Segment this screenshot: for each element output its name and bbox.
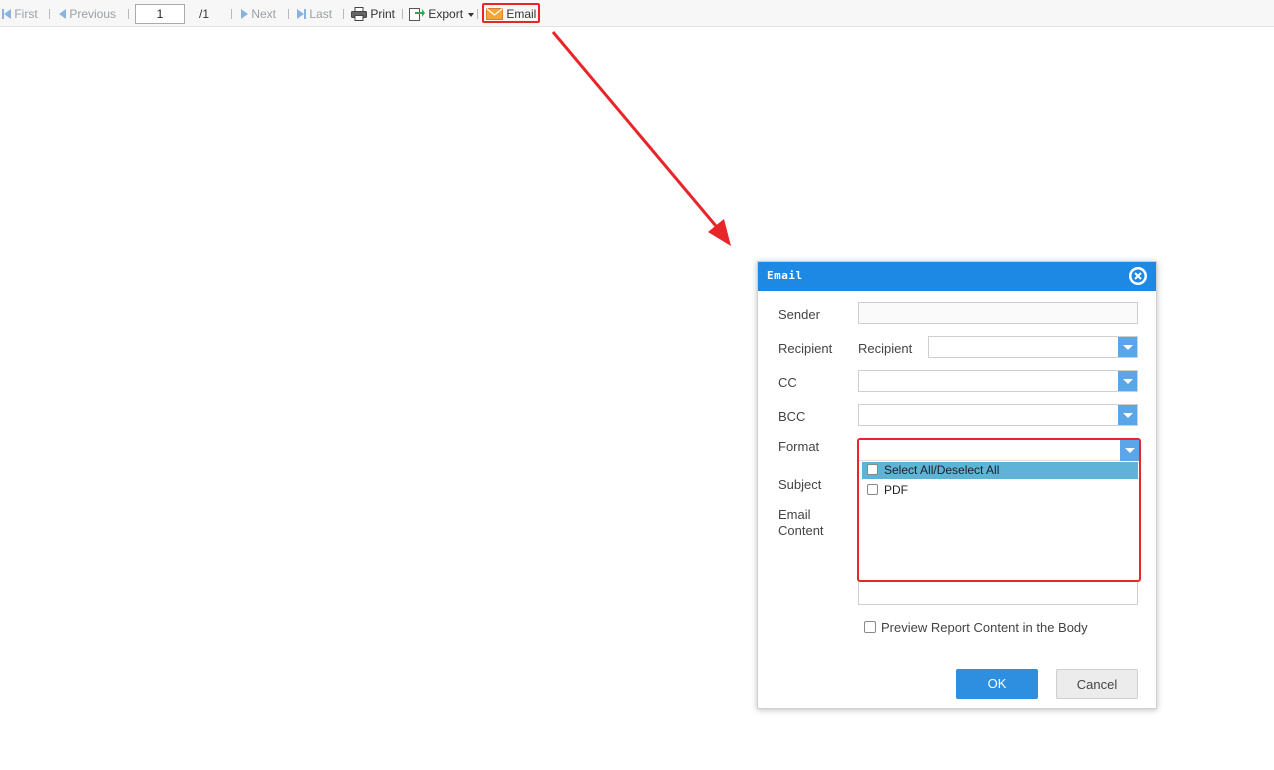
dialog-header: Email <box>758 262 1156 291</box>
chevron-down-icon[interactable] <box>1120 440 1139 461</box>
chevron-down-icon[interactable] <box>1118 371 1137 391</box>
cc-dropdown[interactable] <box>858 370 1138 392</box>
recipient-label: Recipient <box>778 341 833 356</box>
pdf-label: PDF <box>884 483 908 497</box>
select-all-checkbox[interactable] <box>867 464 878 475</box>
sender-label: Sender <box>778 307 820 322</box>
email-content-label-line1: Email <box>778 507 811 522</box>
dialog-title: Email <box>767 269 803 282</box>
close-button[interactable] <box>1129 267 1147 285</box>
bcc-label: BCC <box>778 409 806 424</box>
chevron-down-icon[interactable] <box>1118 405 1137 425</box>
arrow-shaft <box>551 31 723 233</box>
bcc-dropdown[interactable] <box>858 404 1138 426</box>
subject-label: Subject <box>778 477 822 492</box>
select-all-label: Select All/Deselect All <box>884 463 1000 477</box>
format-option-pdf[interactable]: PDF <box>862 482 1138 499</box>
format-label: Format <box>778 439 820 454</box>
pdf-checkbox[interactable] <box>867 484 878 495</box>
preview-checkbox[interactable] <box>864 621 876 633</box>
email-dialog: Email Sender Recipient Recipient CC BCC … <box>757 261 1157 709</box>
arrow-head <box>708 219 731 246</box>
ok-button[interactable]: OK <box>956 669 1038 699</box>
format-option-select-all[interactable]: Select All/Deselect All <box>862 462 1138 479</box>
sender-input[interactable] <box>858 302 1138 324</box>
email-content-label-line2: Content <box>778 523 824 538</box>
recipient-dropdown[interactable] <box>928 336 1138 358</box>
close-icon <box>1130 268 1146 284</box>
recipient-inline-label: Recipient <box>858 341 913 356</box>
cc-label: CC <box>778 375 797 390</box>
format-dropdown[interactable] <box>859 440 1139 461</box>
cancel-button[interactable]: Cancel <box>1056 669 1138 699</box>
format-dropdown-expanded: Select All/Deselect All PDF <box>857 438 1141 582</box>
chevron-down-icon[interactable] <box>1118 337 1137 357</box>
preview-label: Preview Report Content in the Body <box>881 620 1088 635</box>
